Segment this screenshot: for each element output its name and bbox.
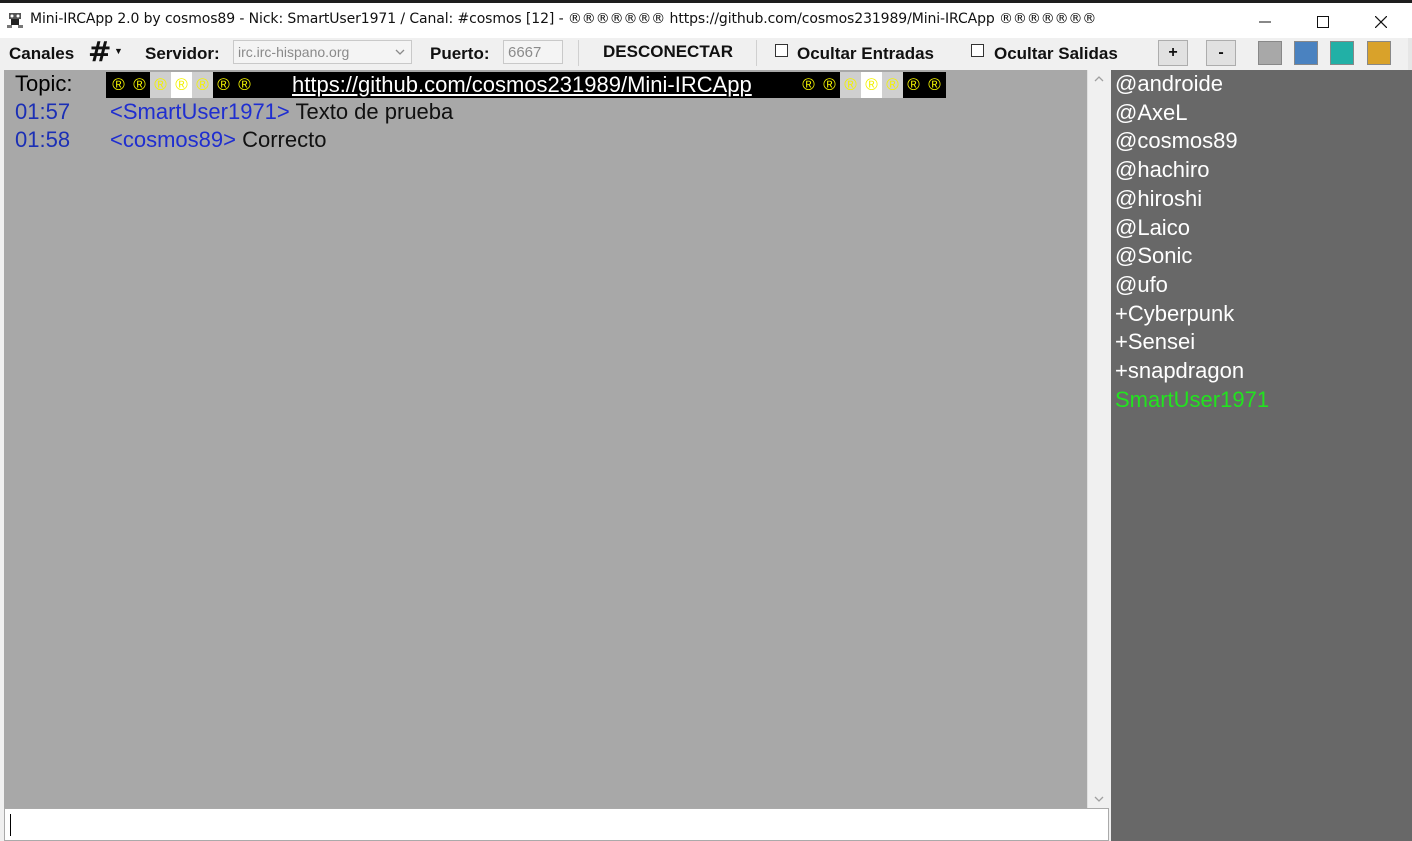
port-label: Puerto: [430, 44, 490, 63]
user-list-item[interactable]: @cosmos89 [1115, 127, 1238, 155]
app-icon[interactable] [6, 11, 24, 29]
port-field[interactable]: 6667 [503, 40, 563, 64]
user-list-item[interactable]: @hachiro [1115, 156, 1210, 184]
server-value: irc.irc-hispano.org [238, 44, 350, 60]
topic-banner: ® ® ® ® ® ® ® https://github.com/cosmos2… [106, 72, 946, 98]
title-bar: Mini-IRCApp 2.0 by cosmos89 - Nick: Smar… [0, 0, 1412, 38]
maximize-button[interactable] [1294, 6, 1352, 38]
server-label: Servidor: [145, 44, 220, 63]
user-list-item[interactable]: +Cyberpunk [1115, 300, 1234, 328]
topic-label: Topic: [15, 71, 73, 96]
topic-symbol: ® [840, 72, 861, 98]
hide-parts-label[interactable]: Ocultar Salidas [994, 44, 1118, 64]
topic-symbol: ® [819, 72, 840, 98]
topic-symbol: ® [798, 72, 819, 98]
user-list-item[interactable]: @androide [1115, 70, 1223, 98]
user-list-item[interactable]: @hiroshi [1115, 185, 1202, 213]
font-decrease-button[interactable]: - [1206, 40, 1236, 66]
message-body: <cosmos89> Correcto [110, 126, 326, 154]
topic-line: Topic: ® ® ® ® ® ® ® https://github.com/… [4, 70, 1087, 98]
topic-symbol: ® [924, 72, 945, 98]
user-list-item[interactable]: +Sensei [1115, 328, 1195, 356]
channels-hash-icon[interactable]: # [88, 38, 111, 66]
chat-log[interactable]: Topic: ® ® ® ® ® ® ® https://github.com/… [4, 70, 1087, 808]
message-nick[interactable]: <cosmos89> [110, 127, 236, 152]
disconnect-button[interactable]: DESCONECTAR [585, 39, 751, 65]
window-title: Mini-IRCApp 2.0 by cosmos89 - Nick: Smar… [30, 11, 1097, 27]
message-body: <SmartUser1971> Texto de prueba [110, 98, 453, 126]
user-list-item[interactable]: +snapdragon [1115, 357, 1244, 385]
user-list-item[interactable]: @AxeL [1115, 99, 1187, 127]
chat-message: 01:58 <cosmos89> Correcto [4, 126, 1087, 154]
message-timestamp: 01:57 [15, 99, 71, 124]
hide-joins-label[interactable]: Ocultar Entradas [797, 44, 934, 64]
topic-symbol: ® [171, 72, 192, 98]
topic-symbol: ® [882, 72, 903, 98]
toolbar-divider [756, 40, 757, 66]
channels-menu-label[interactable]: Canales [9, 44, 74, 64]
text-caret [10, 814, 11, 836]
topic-symbol: ® [234, 72, 255, 98]
topic-symbol: ® [861, 72, 882, 98]
chat-scrollbar[interactable] [1087, 70, 1109, 808]
topic-symbol: ® [108, 72, 129, 98]
minimize-button[interactable] [1236, 6, 1294, 38]
topic-link[interactable]: https://github.com/cosmos231989/Mini-IRC… [292, 72, 752, 98]
user-list[interactable]: @androide @AxeL @cosmos89 @hachiro @hiro… [1111, 70, 1412, 841]
minimize-icon [1259, 21, 1271, 23]
message-text: Correcto [242, 127, 327, 152]
scroll-up-icon[interactable] [1093, 72, 1105, 84]
chevron-down-icon[interactable] [393, 43, 407, 61]
user-list-item[interactable]: @Laico [1115, 214, 1190, 242]
theme-swatch-blue[interactable] [1294, 41, 1318, 65]
user-list-item-self[interactable]: SmartUser1971 [1115, 386, 1269, 414]
server-select[interactable]: irc.irc-hispano.org [233, 40, 412, 64]
theme-swatch-gold[interactable] [1367, 41, 1391, 65]
port-value: 6667 [508, 44, 542, 61]
topic-symbol: ® [192, 72, 213, 98]
topic-symbol: ® [213, 72, 234, 98]
font-increase-button[interactable]: + [1158, 40, 1188, 66]
user-list-item[interactable]: @ufo [1115, 271, 1168, 299]
topic-symbol: ® [903, 72, 924, 98]
chevron-down-icon[interactable]: ▼ [114, 46, 123, 56]
message-nick[interactable]: <SmartUser1971> [110, 99, 290, 124]
hide-parts-checkbox[interactable] [971, 44, 984, 57]
close-button[interactable] [1352, 6, 1410, 38]
hide-joins-checkbox[interactable] [775, 44, 788, 57]
toolbar-divider [578, 40, 579, 66]
scroll-down-icon[interactable] [1093, 792, 1105, 804]
chat-message: 01:57 <SmartUser1971> Texto de prueba [4, 98, 1087, 126]
message-input[interactable] [4, 808, 1109, 841]
topic-symbol: ® [129, 72, 150, 98]
theme-swatch-gray[interactable] [1258, 41, 1282, 65]
toolbar-edge [1408, 38, 1412, 70]
message-timestamp: 01:58 [15, 127, 71, 152]
message-text: Texto de prueba [295, 99, 454, 124]
theme-swatch-teal[interactable] [1330, 41, 1354, 65]
close-icon [1375, 16, 1387, 28]
topic-symbol: ® [150, 72, 171, 98]
maximize-icon [1317, 16, 1329, 28]
user-list-item[interactable]: @Sonic [1115, 242, 1192, 270]
